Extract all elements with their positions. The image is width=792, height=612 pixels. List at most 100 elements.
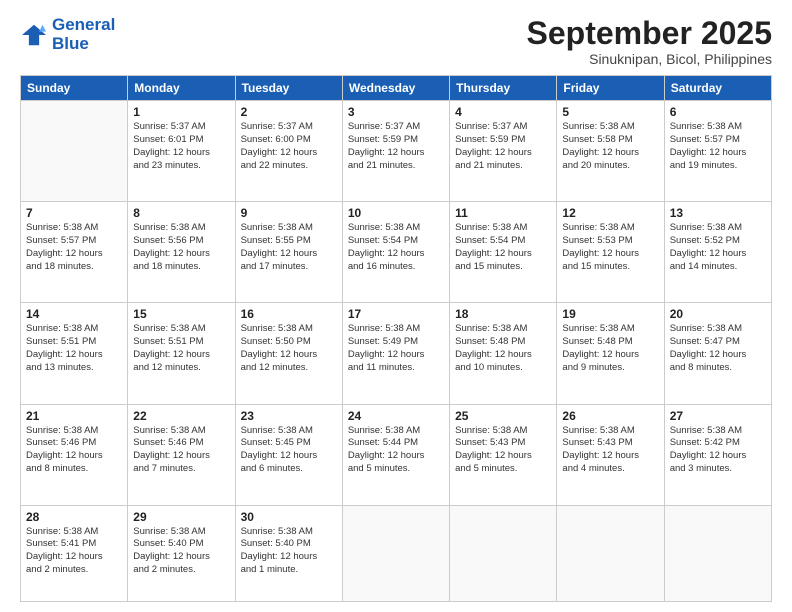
table-row: [664, 505, 771, 601]
day-number: 17: [348, 307, 444, 321]
day-info: Sunrise: 5:38 AM Sunset: 5:42 PM Dayligh…: [670, 425, 766, 476]
calendar-header-row: Sunday Monday Tuesday Wednesday Thursday…: [21, 76, 772, 101]
table-row: 14 Sunrise: 5:38 AM Sunset: 5:51 PM Dayli…: [21, 303, 128, 404]
header: General Blue September 2025 Sinuknipan, …: [20, 16, 772, 67]
day-number: 3: [348, 105, 444, 119]
table-row: 7 Sunrise: 5:38 AM Sunset: 5:57 PM Daylig…: [21, 202, 128, 303]
table-row: 5Sunrise: 5:38 AM Sunset: 5:58 PM Daylig…: [557, 101, 664, 202]
table-row: 10 Sunrise: 5:38 AM Sunset: 5:54 PM Dayli…: [342, 202, 449, 303]
day-number: 10: [348, 206, 444, 220]
day-info: Sunrise: 5:38 AM Sunset: 5:49 PM Dayligh…: [348, 323, 444, 374]
col-tuesday: Tuesday: [235, 76, 342, 101]
day-number: 25: [455, 409, 551, 423]
day-number: 18: [455, 307, 551, 321]
table-row: 19 Sunrise: 5:38 AM Sunset: 5:48 PM Dayli…: [557, 303, 664, 404]
day-info: Sunrise: 5:38 AM Sunset: 5:41 PM Dayligh…: [26, 526, 122, 577]
col-saturday: Saturday: [664, 76, 771, 101]
calendar-table: Sunday Monday Tuesday Wednesday Thursday…: [20, 75, 772, 602]
day-number: 14: [26, 307, 122, 321]
day-number: 2: [241, 105, 337, 119]
day-info: Sunrise: 5:38 AM Sunset: 5:46 PM Dayligh…: [26, 425, 122, 476]
day-number: 16: [241, 307, 337, 321]
day-number: 21: [26, 409, 122, 423]
day-info: Sunrise: 5:38 AM Sunset: 5:51 PM Dayligh…: [26, 323, 122, 374]
table-row: 8 Sunrise: 5:38 AM Sunset: 5:56 PM Daylig…: [128, 202, 235, 303]
day-info: Sunrise: 5:38 AM Sunset: 5:45 PM Dayligh…: [241, 425, 337, 476]
day-number: 12: [562, 206, 658, 220]
day-number: 6: [670, 105, 766, 119]
table-row: 24 Sunrise: 5:38 AM Sunset: 5:44 PM Dayli…: [342, 404, 449, 505]
day-number: 29: [133, 510, 229, 524]
day-info: Sunrise: 5:38 AM Sunset: 5:54 PM Dayligh…: [348, 222, 444, 273]
table-row: 9 Sunrise: 5:38 AM Sunset: 5:55 PM Daylig…: [235, 202, 342, 303]
day-info: Sunrise: 5:37 AM Sunset: 6:01 PM Dayligh…: [133, 121, 229, 172]
day-number: 28: [26, 510, 122, 524]
col-friday: Friday: [557, 76, 664, 101]
day-info: Sunrise: 5:38 AM Sunset: 5:47 PM Dayligh…: [670, 323, 766, 374]
day-number: 8: [133, 206, 229, 220]
table-row: 16Sunrise: 5:38 AM Sunset: 5:50 PM Dayli…: [235, 303, 342, 404]
table-row: 6Sunrise: 5:38 AM Sunset: 5:57 PM Daylig…: [664, 101, 771, 202]
table-row: 27 Sunrise: 5:38 AM Sunset: 5:42 PM Dayli…: [664, 404, 771, 505]
col-monday: Monday: [128, 76, 235, 101]
day-info: Sunrise: 5:38 AM Sunset: 5:54 PM Dayligh…: [455, 222, 551, 273]
day-info: Sunrise: 5:38 AM Sunset: 5:48 PM Dayligh…: [562, 323, 658, 374]
day-number: 30: [241, 510, 337, 524]
table-row: 12 Sunrise: 5:38 AM Sunset: 5:53 PM Dayli…: [557, 202, 664, 303]
table-row: 26 Sunrise: 5:38 AM Sunset: 5:43 PM Dayli…: [557, 404, 664, 505]
subtitle: Sinuknipan, Bicol, Philippines: [527, 51, 772, 67]
table-row: [342, 505, 449, 601]
calendar-week-row: 28 Sunrise: 5:38 AM Sunset: 5:41 PM Dayli…: [21, 505, 772, 601]
month-title: September 2025: [527, 16, 772, 51]
day-number: 22: [133, 409, 229, 423]
day-info: Sunrise: 5:38 AM Sunset: 5:46 PM Dayligh…: [133, 425, 229, 476]
table-row: 30 Sunrise: 5:38 AM Sunset: 5:40 PM Dayli…: [235, 505, 342, 601]
day-info: Sunrise: 5:38 AM Sunset: 5:53 PM Dayligh…: [562, 222, 658, 273]
col-thursday: Thursday: [450, 76, 557, 101]
table-row: [21, 101, 128, 202]
day-number: 9: [241, 206, 337, 220]
day-info: Sunrise: 5:38 AM Sunset: 5:56 PM Dayligh…: [133, 222, 229, 273]
table-row: 17 Sunrise: 5:38 AM Sunset: 5:49 PM Dayli…: [342, 303, 449, 404]
day-info: Sunrise: 5:38 AM Sunset: 5:40 PM Dayligh…: [241, 526, 337, 577]
table-row: 15 Sunrise: 5:38 AM Sunset: 5:51 PM Dayli…: [128, 303, 235, 404]
col-wednesday: Wednesday: [342, 76, 449, 101]
day-info: Sunrise: 5:37 AM Sunset: 6:00 PM Dayligh…: [241, 121, 337, 172]
table-row: [557, 505, 664, 601]
table-row: 18Sunrise: 5:38 AM Sunset: 5:48 PM Dayli…: [450, 303, 557, 404]
col-sunday: Sunday: [21, 76, 128, 101]
day-number: 7: [26, 206, 122, 220]
day-info: Sunrise: 5:38 AM Sunset: 5:57 PM Dayligh…: [26, 222, 122, 273]
day-info: Sunrise: 5:38 AM Sunset: 5:40 PM Dayligh…: [133, 526, 229, 577]
day-number: 13: [670, 206, 766, 220]
calendar-week-row: 14 Sunrise: 5:38 AM Sunset: 5:51 PM Dayli…: [21, 303, 772, 404]
day-info: Sunrise: 5:38 AM Sunset: 5:51 PM Dayligh…: [133, 323, 229, 374]
day-number: 26: [562, 409, 658, 423]
table-row: 4 Sunrise: 5:37 AM Sunset: 5:59 PM Daylig…: [450, 101, 557, 202]
table-row: 22 Sunrise: 5:38 AM Sunset: 5:46 PM Dayli…: [128, 404, 235, 505]
day-info: Sunrise: 5:38 AM Sunset: 5:43 PM Dayligh…: [562, 425, 658, 476]
table-row: 21 Sunrise: 5:38 AM Sunset: 5:46 PM Dayli…: [21, 404, 128, 505]
day-number: 19: [562, 307, 658, 321]
calendar-week-row: 1Sunrise: 5:37 AM Sunset: 6:01 PM Daylig…: [21, 101, 772, 202]
day-number: 23: [241, 409, 337, 423]
day-info: Sunrise: 5:38 AM Sunset: 5:55 PM Dayligh…: [241, 222, 337, 273]
table-row: 23 Sunrise: 5:38 AM Sunset: 5:45 PM Dayli…: [235, 404, 342, 505]
calendar-week-row: 21 Sunrise: 5:38 AM Sunset: 5:46 PM Dayli…: [21, 404, 772, 505]
day-info: Sunrise: 5:37 AM Sunset: 5:59 PM Dayligh…: [455, 121, 551, 172]
day-info: Sunrise: 5:38 AM Sunset: 5:44 PM Dayligh…: [348, 425, 444, 476]
table-row: 25 Sunrise: 5:38 AM Sunset: 5:43 PM Dayli…: [450, 404, 557, 505]
day-info: Sunrise: 5:37 AM Sunset: 5:59 PM Dayligh…: [348, 121, 444, 172]
day-number: 15: [133, 307, 229, 321]
table-row: 11Sunrise: 5:38 AM Sunset: 5:54 PM Dayli…: [450, 202, 557, 303]
day-number: 24: [348, 409, 444, 423]
logo: General Blue: [20, 16, 115, 53]
day-number: 27: [670, 409, 766, 423]
day-number: 4: [455, 105, 551, 119]
day-number: 20: [670, 307, 766, 321]
table-row: 1Sunrise: 5:37 AM Sunset: 6:01 PM Daylig…: [128, 101, 235, 202]
table-row: 29 Sunrise: 5:38 AM Sunset: 5:40 PM Dayli…: [128, 505, 235, 601]
day-info: Sunrise: 5:38 AM Sunset: 5:43 PM Dayligh…: [455, 425, 551, 476]
table-row: [450, 505, 557, 601]
logo-text: General Blue: [52, 16, 115, 53]
